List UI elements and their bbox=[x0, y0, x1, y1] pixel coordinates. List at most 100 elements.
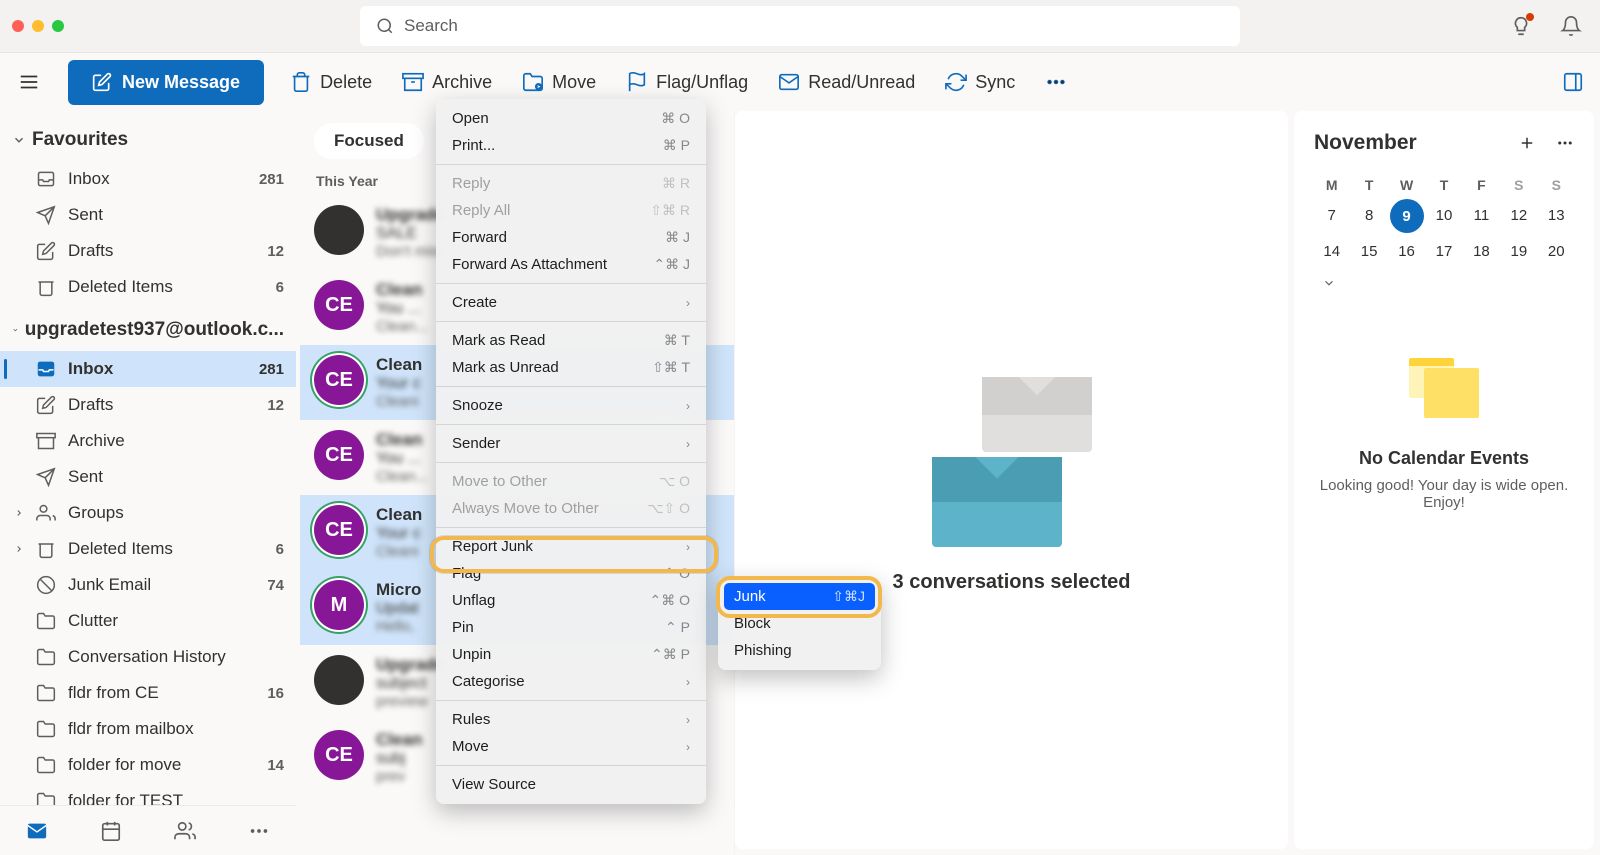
calendar-day[interactable]: 14 bbox=[1314, 235, 1349, 268]
menu-item-sender[interactable]: Sender› bbox=[436, 430, 706, 457]
sidebar-header-account[interactable]: upgradetest937@outlook.c... bbox=[0, 309, 296, 351]
sidebar-item-inbox[interactable]: Inbox281 bbox=[0, 351, 296, 387]
submenu-item-block[interactable]: Block bbox=[718, 610, 881, 637]
more-button[interactable] bbox=[1041, 65, 1071, 99]
minimize-window-button[interactable] bbox=[32, 20, 44, 32]
search-input[interactable]: Search bbox=[360, 6, 1240, 46]
search-icon bbox=[376, 17, 394, 35]
menu-item-pin[interactable]: Pin⌃ P bbox=[436, 614, 706, 641]
inbox-icon bbox=[36, 169, 56, 189]
submenu-item-junk[interactable]: Junk⇧⌘J bbox=[724, 583, 875, 610]
sidebar-item-label: Junk Email bbox=[68, 575, 151, 595]
sidebar-item-count: 14 bbox=[267, 757, 284, 774]
flag-button[interactable]: Flag/Unflag bbox=[622, 65, 752, 99]
nav-people[interactable] bbox=[166, 812, 204, 850]
move-button[interactable]: Move bbox=[518, 65, 600, 99]
nav-mail[interactable] bbox=[18, 812, 56, 850]
menu-item-label: Forward bbox=[452, 229, 507, 246]
sidebar-item-groups[interactable]: Groups bbox=[0, 495, 296, 531]
menu-shortcut: ⌃⌘ O bbox=[649, 592, 690, 609]
calendar-more-button[interactable] bbox=[1556, 134, 1574, 152]
menu-item-snooze[interactable]: Snooze› bbox=[436, 392, 706, 419]
calendar-day[interactable]: 18 bbox=[1464, 235, 1499, 268]
menu-item-categorise[interactable]: Categorise› bbox=[436, 668, 706, 695]
menu-item-unpin[interactable]: Unpin⌃⌘ P bbox=[436, 641, 706, 668]
menu-item-create[interactable]: Create› bbox=[436, 289, 706, 316]
sidebar-item-count: 6 bbox=[276, 279, 284, 296]
menu-item-open[interactable]: Open⌘ O bbox=[436, 105, 706, 132]
menu-item-rules[interactable]: Rules› bbox=[436, 706, 706, 733]
calendar-expand-button[interactable] bbox=[1314, 268, 1574, 298]
new-message-label: New Message bbox=[122, 72, 240, 93]
calendar-day[interactable]: 9 bbox=[1390, 199, 1424, 233]
calendar-day[interactable]: 11 bbox=[1464, 199, 1499, 233]
menu-item-mark-as-unread[interactable]: Mark as Unread⇧⌘ T bbox=[436, 354, 706, 381]
lightbulb-button[interactable] bbox=[1510, 15, 1532, 37]
calendar-day[interactable]: 12 bbox=[1501, 199, 1536, 233]
calendar-month: November bbox=[1314, 131, 1417, 155]
calendar-day[interactable]: 7 bbox=[1314, 199, 1349, 233]
sidebar-item-deleted-items[interactable]: Deleted Items6 bbox=[0, 531, 296, 567]
sidebar-item-clutter[interactable]: Clutter bbox=[0, 603, 296, 639]
calendar-day[interactable]: 19 bbox=[1501, 235, 1536, 268]
sidebar-item-deleted-items[interactable]: Deleted Items6 bbox=[0, 269, 296, 305]
menu-item-flag[interactable]: Flag⌃ O bbox=[436, 560, 706, 587]
menu-item-move[interactable]: Move› bbox=[436, 733, 706, 760]
submenu-item-phishing[interactable]: Phishing bbox=[718, 637, 881, 664]
menu-item-report-junk[interactable]: Report Junk› bbox=[436, 533, 706, 560]
sidebar-item-label: Sent bbox=[68, 467, 103, 487]
sidebar-item-drafts[interactable]: Drafts12 bbox=[0, 387, 296, 423]
read-unread-button[interactable]: Read/Unread bbox=[774, 65, 919, 99]
sidebar-item-fldr-from-ce[interactable]: fldr from CE16 bbox=[0, 675, 296, 711]
calendar-day[interactable]: 10 bbox=[1426, 199, 1461, 233]
nav-calendar[interactable] bbox=[92, 812, 130, 850]
maximize-window-button[interactable] bbox=[52, 20, 64, 32]
calendar-add-button[interactable] bbox=[1518, 134, 1536, 152]
menu-item-print-[interactable]: Print...⌘ P bbox=[436, 132, 706, 159]
calendar-day[interactable]: 8 bbox=[1351, 199, 1386, 233]
avatar: CE bbox=[314, 430, 364, 480]
sidebar-item-junk-email[interactable]: Junk Email74 bbox=[0, 567, 296, 603]
sync-button[interactable]: Sync bbox=[941, 65, 1019, 99]
sidebar-item-folder-for-move[interactable]: folder for move14 bbox=[0, 747, 296, 783]
avatar: CE bbox=[314, 280, 364, 330]
sidebar-item-drafts[interactable]: Drafts12 bbox=[0, 233, 296, 269]
calendar-day[interactable]: 15 bbox=[1351, 235, 1386, 268]
calendar-day[interactable]: 20 bbox=[1539, 235, 1574, 268]
calendar-day[interactable]: 13 bbox=[1539, 199, 1574, 233]
new-message-button[interactable]: New Message bbox=[68, 60, 264, 105]
nav-more[interactable] bbox=[240, 812, 278, 850]
groups-icon bbox=[36, 503, 56, 523]
tab-focused[interactable]: Focused bbox=[314, 123, 424, 159]
sidebar-header-favourites[interactable]: Favourites bbox=[0, 119, 296, 161]
sidebar-item-sent[interactable]: Sent bbox=[0, 459, 296, 495]
hamburger-menu-button[interactable] bbox=[12, 65, 46, 99]
menu-shortcut: ⌃ P bbox=[665, 619, 690, 636]
folder-icon bbox=[36, 755, 56, 775]
sidebar-item-sent[interactable]: Sent bbox=[0, 197, 296, 233]
notifications-button[interactable] bbox=[1560, 15, 1582, 37]
sidebar-item-fldr-from-mailbox[interactable]: fldr from mailbox bbox=[0, 711, 296, 747]
menu-item-forward[interactable]: Forward⌘ J bbox=[436, 224, 706, 251]
menu-item-unflag[interactable]: Unflag⌃⌘ O bbox=[436, 587, 706, 614]
archive-button[interactable]: Archive bbox=[398, 65, 496, 99]
menu-item-mark-as-read[interactable]: Mark as Read⌘ T bbox=[436, 327, 706, 354]
sidebar-item-inbox[interactable]: Inbox281 bbox=[0, 161, 296, 197]
envelope-icon bbox=[778, 71, 800, 93]
sidebar-item-conversation-history[interactable]: Conversation History bbox=[0, 639, 296, 675]
calendar-dayname: F bbox=[1464, 171, 1499, 199]
close-window-button[interactable] bbox=[12, 20, 24, 32]
flag-label: Flag/Unflag bbox=[656, 72, 748, 93]
panel-toggle-button[interactable] bbox=[1558, 65, 1588, 99]
menu-separator bbox=[436, 700, 706, 701]
menu-item-reply: Reply⌘ R bbox=[436, 170, 706, 197]
sidebar-item-archive[interactable]: Archive bbox=[0, 423, 296, 459]
menu-item-forward-as-attachment[interactable]: Forward As Attachment⌃⌘ J bbox=[436, 251, 706, 278]
calendar-day[interactable]: 17 bbox=[1426, 235, 1461, 268]
delete-button[interactable]: Delete bbox=[286, 65, 376, 99]
menu-item-label: Reply bbox=[452, 175, 490, 192]
calendar-day[interactable]: 16 bbox=[1389, 235, 1424, 268]
menu-item-view-source[interactable]: View Source bbox=[436, 771, 706, 798]
chevron-right-icon: › bbox=[686, 437, 690, 451]
archive-label: Archive bbox=[432, 72, 492, 93]
